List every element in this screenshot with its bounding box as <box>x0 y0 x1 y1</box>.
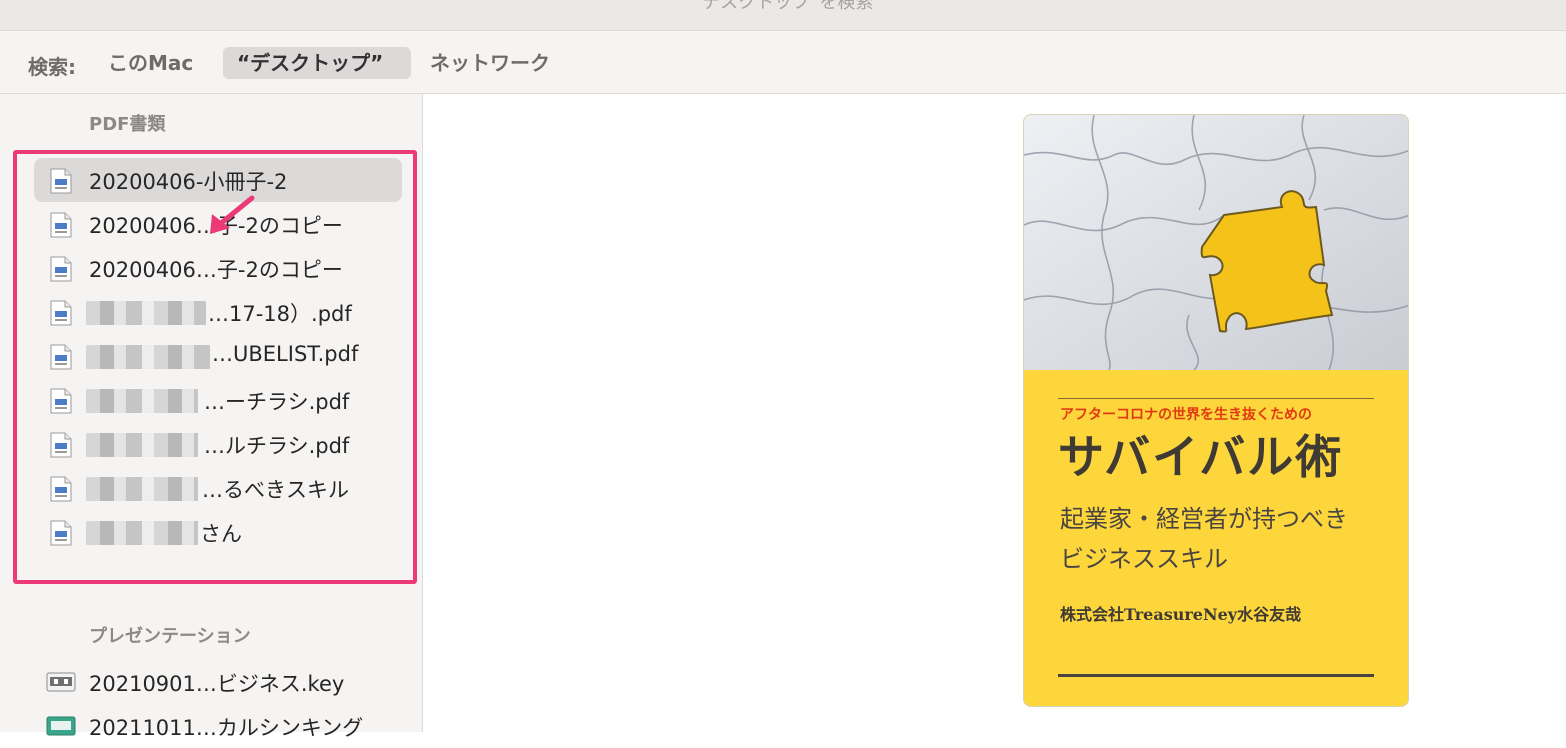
cover-tagline-line1: 起業家・経営者が持つべき <box>1060 505 1348 533</box>
group-header-pdf: PDF書類 <box>89 114 166 135</box>
search-scope-bar: 検索: このMac “デスクトップ” ネットワーク <box>0 31 1566 94</box>
cover-author: 株式会社TreasureNey水谷友哉 <box>1060 605 1302 624</box>
group-header-presentation: プレゼンテーション <box>89 626 251 647</box>
scope-this-mac[interactable]: このMac <box>94 47 207 79</box>
scope-network[interactable]: ネットワーク <box>416 47 564 79</box>
keynote-icon <box>46 716 76 736</box>
book-cover-preview: アフターコロナの世界を生き抜くための サバイバル術 起業家・経営者が持つべき ビ… <box>1023 114 1409 707</box>
annotation-highlight-box <box>13 150 417 584</box>
cover-title: サバイバル術 <box>1058 430 1344 484</box>
result-item[interactable]: 20210901…ビジネス.key <box>34 660 402 704</box>
cover-divider <box>1058 674 1374 677</box>
puzzle-image <box>1024 115 1408 370</box>
title-bar: “デスクトップ”を検索 <box>0 0 1566 31</box>
scope-desktop[interactable]: “デスクトップ” <box>223 47 411 79</box>
results-sidebar: PDF書類 20200406-小冊子-2 20200406…子-2のコピー 20… <box>0 94 423 740</box>
result-item[interactable]: 20211011…カルシンキング <box>34 704 402 748</box>
result-item-label: 20211011…カルシンキング <box>89 716 364 740</box>
cover-divider <box>1058 398 1374 399</box>
window-title: “デスクトップ”を検索 <box>692 0 874 13</box>
result-item-label: 20210901…ビジネス.key <box>89 672 345 696</box>
scope-label: 検索: <box>28 55 76 79</box>
preview-pane: アフターコロナの世界を生き抜くための サバイバル術 起業家・経営者が持つべき ビ… <box>423 94 1566 732</box>
cover-tagline: 起業家・経営者が持つべき ビジネススキル <box>1060 499 1348 579</box>
keynote-icon <box>46 672 76 692</box>
cover-tagline-line2: ビジネススキル <box>1060 545 1228 573</box>
